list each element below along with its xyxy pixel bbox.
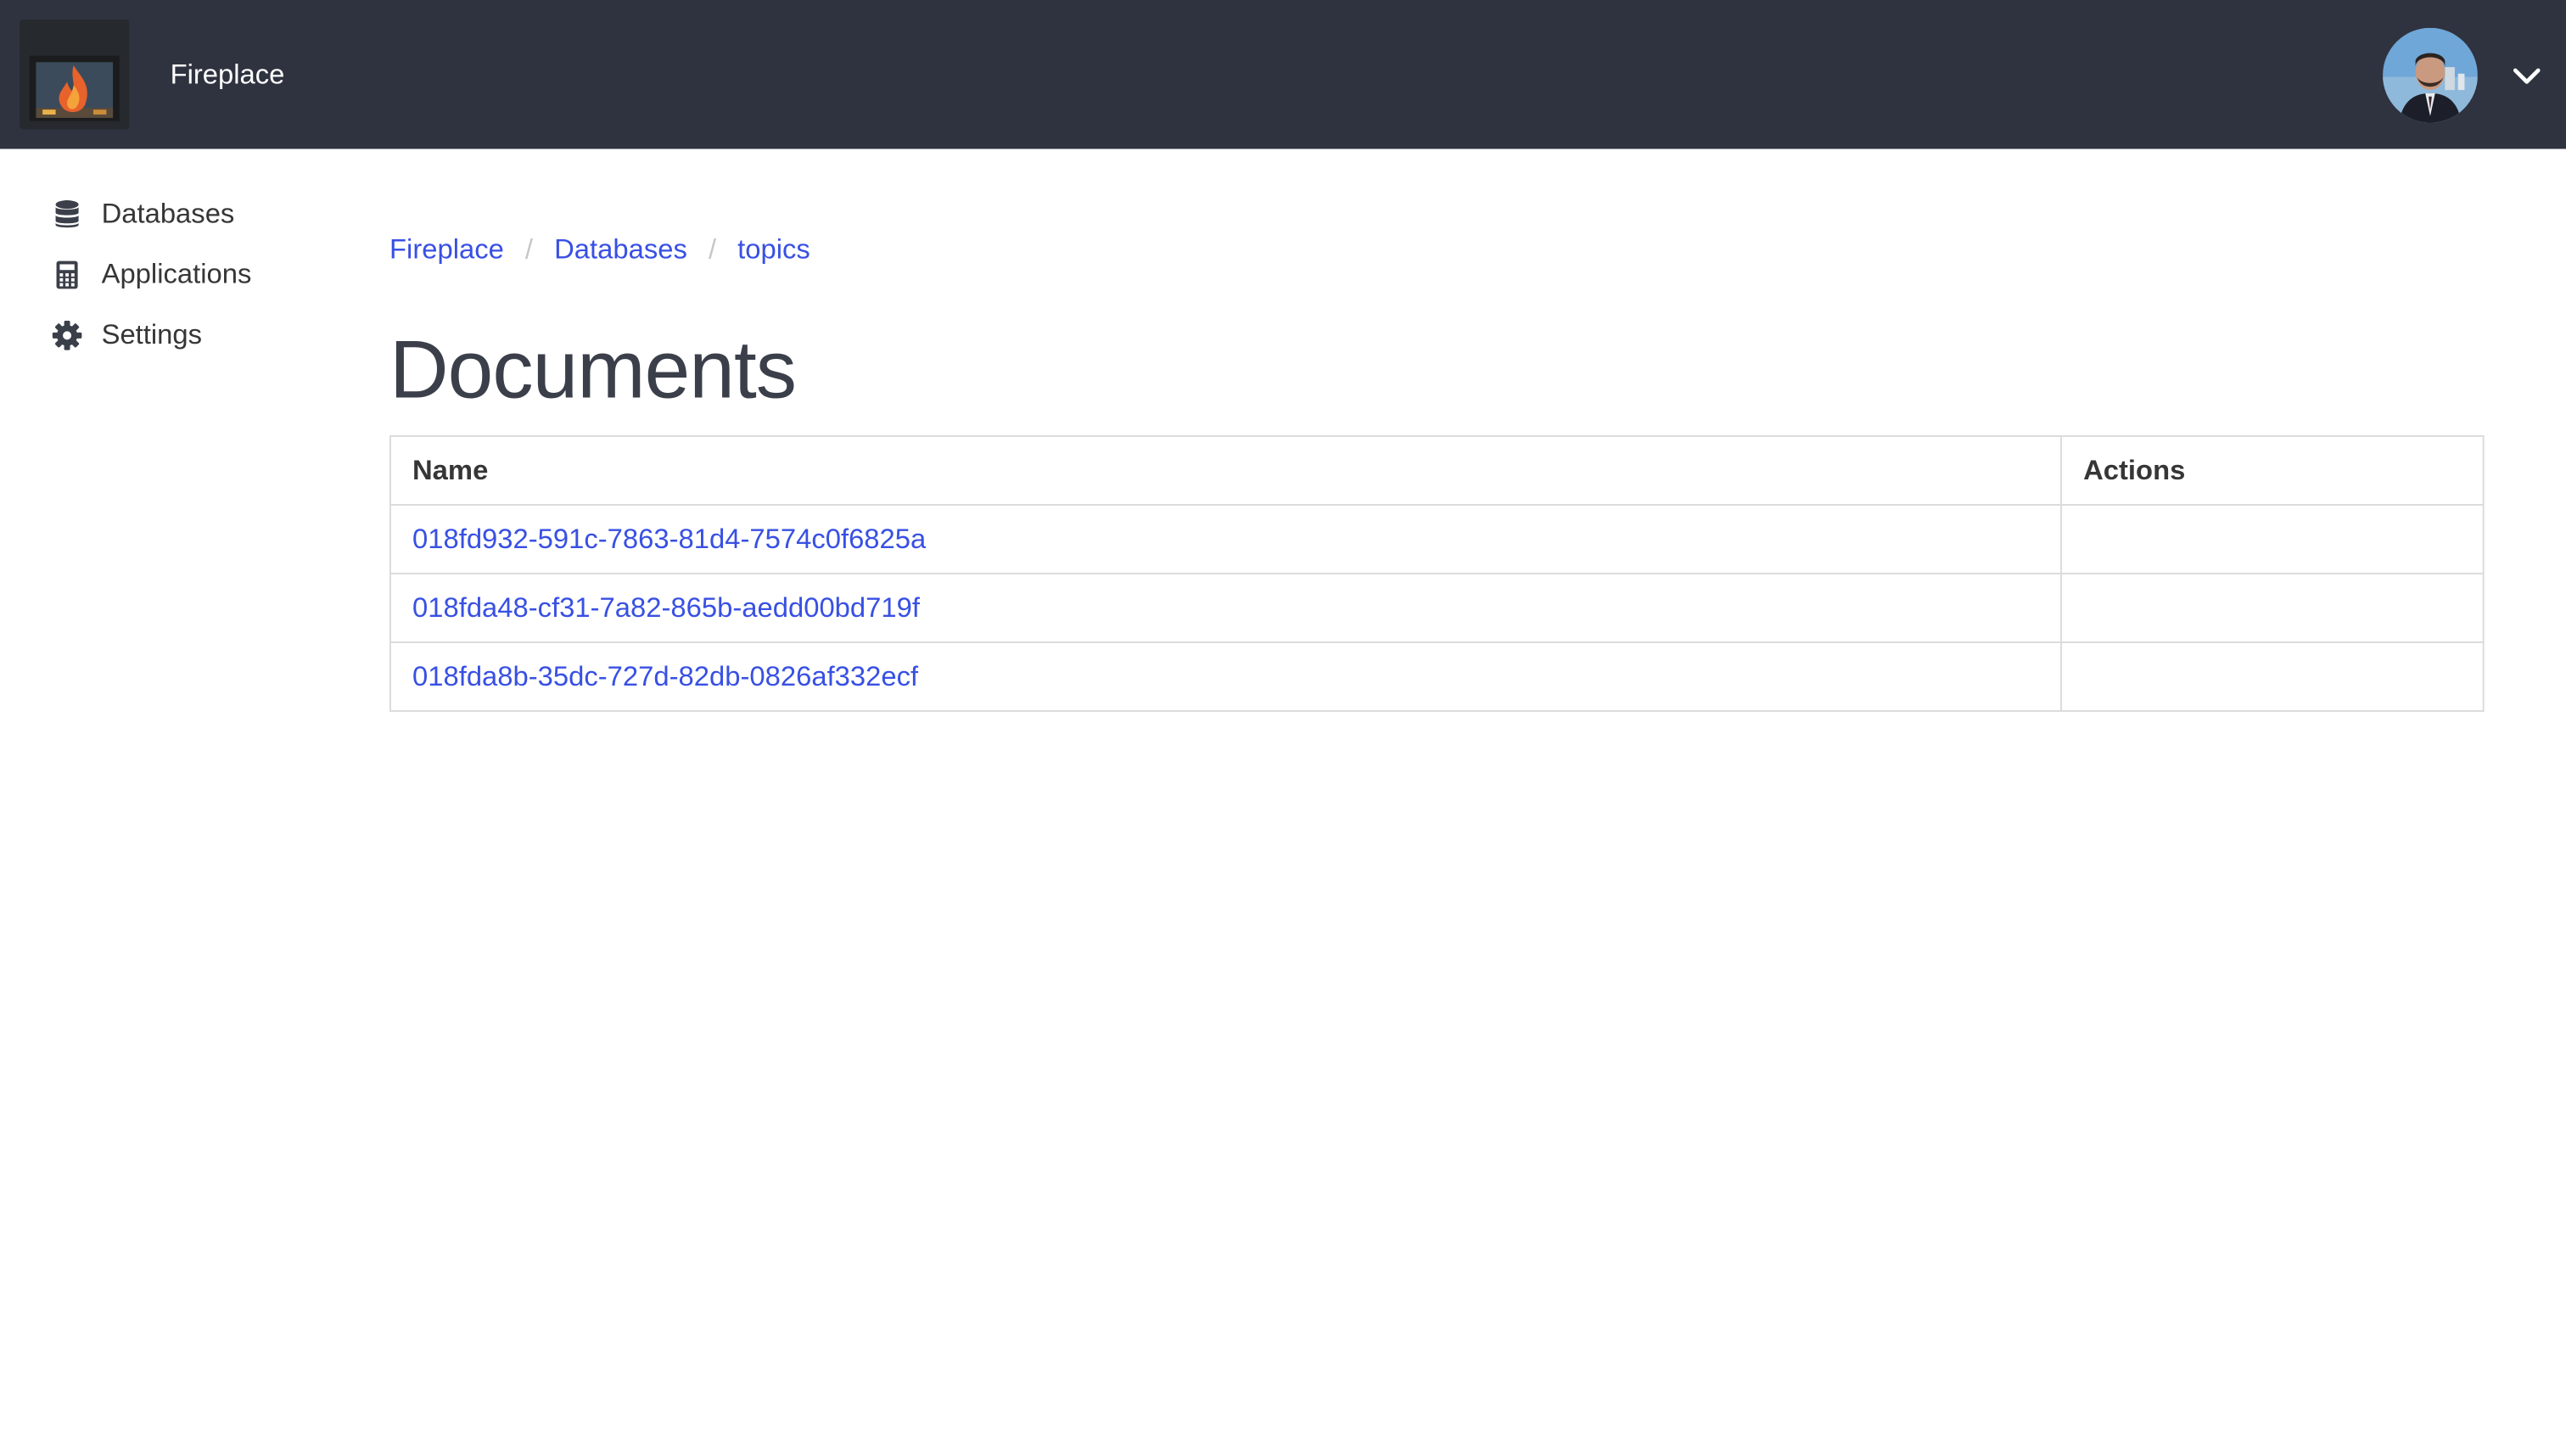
breadcrumb-link-databases[interactable]: Databases [554, 234, 687, 267]
table-header-row: Name Actions [389, 435, 2485, 506]
sidebar-item-label: Settings [101, 319, 203, 350]
chevron-down-icon[interactable] [2512, 64, 2541, 87]
table-row: 018fd932-591c-7863-81d4-7574c0f6825a [389, 504, 2485, 574]
database-icon [53, 199, 82, 229]
table-cell-name: 018fda48-cf31-7a82-865b-aedd00bd719f [389, 573, 2063, 643]
table-row: 018fda48-cf31-7a82-865b-aedd00bd719f [389, 573, 2485, 643]
breadcrumb-separator: / [708, 233, 717, 266]
sidebar-item-databases[interactable]: Databases [53, 192, 235, 238]
sidebar-item-label: Applications [101, 258, 252, 290]
sidebar-item-applications[interactable]: Applications [53, 252, 252, 298]
sidebar-item-settings[interactable]: Settings [52, 312, 203, 358]
breadcrumb: Fireplace / Databases / topics [389, 234, 810, 267]
table-cell-actions [2060, 641, 2485, 712]
table-row: 018fda8b-35dc-727d-82db-0826af332ecf [389, 641, 2485, 712]
page-title: Documents [389, 323, 797, 416]
documents-table: Name Actions 018fd932-591c-7863-81d4-757… [389, 435, 2485, 712]
breadcrumb-link-fireplace[interactable]: Fireplace [389, 234, 504, 267]
breadcrumb-link-topics[interactable]: topics [737, 234, 810, 267]
fireplace-logo-icon[interactable] [20, 20, 130, 130]
user-avatar[interactable] [2383, 27, 2478, 123]
sidebar-item-label: Databases [101, 198, 235, 230]
app-root: Fireplace Databases Applications Setting… [0, 0, 2566, 1456]
column-header-name: Name [389, 435, 2063, 506]
top-navbar: Fireplace [0, 0, 2566, 149]
breadcrumb-separator: / [524, 233, 534, 266]
document-link[interactable]: 018fd932-591c-7863-81d4-7574c0f6825a [412, 523, 926, 554]
brand-name[interactable]: Fireplace [171, 59, 285, 92]
column-header-actions: Actions [2060, 435, 2485, 506]
table-cell-actions [2060, 504, 2485, 574]
document-link[interactable]: 018fda48-cf31-7a82-865b-aedd00bd719f [412, 591, 920, 623]
gear-icon [52, 321, 82, 350]
table-cell-name: 018fd932-591c-7863-81d4-7574c0f6825a [389, 504, 2063, 574]
table-cell-name: 018fda8b-35dc-727d-82db-0826af332ecf [389, 641, 2063, 712]
document-link[interactable]: 018fda8b-35dc-727d-82db-0826af332ecf [412, 660, 918, 692]
calculator-icon [53, 260, 82, 290]
table-cell-actions [2060, 573, 2485, 643]
